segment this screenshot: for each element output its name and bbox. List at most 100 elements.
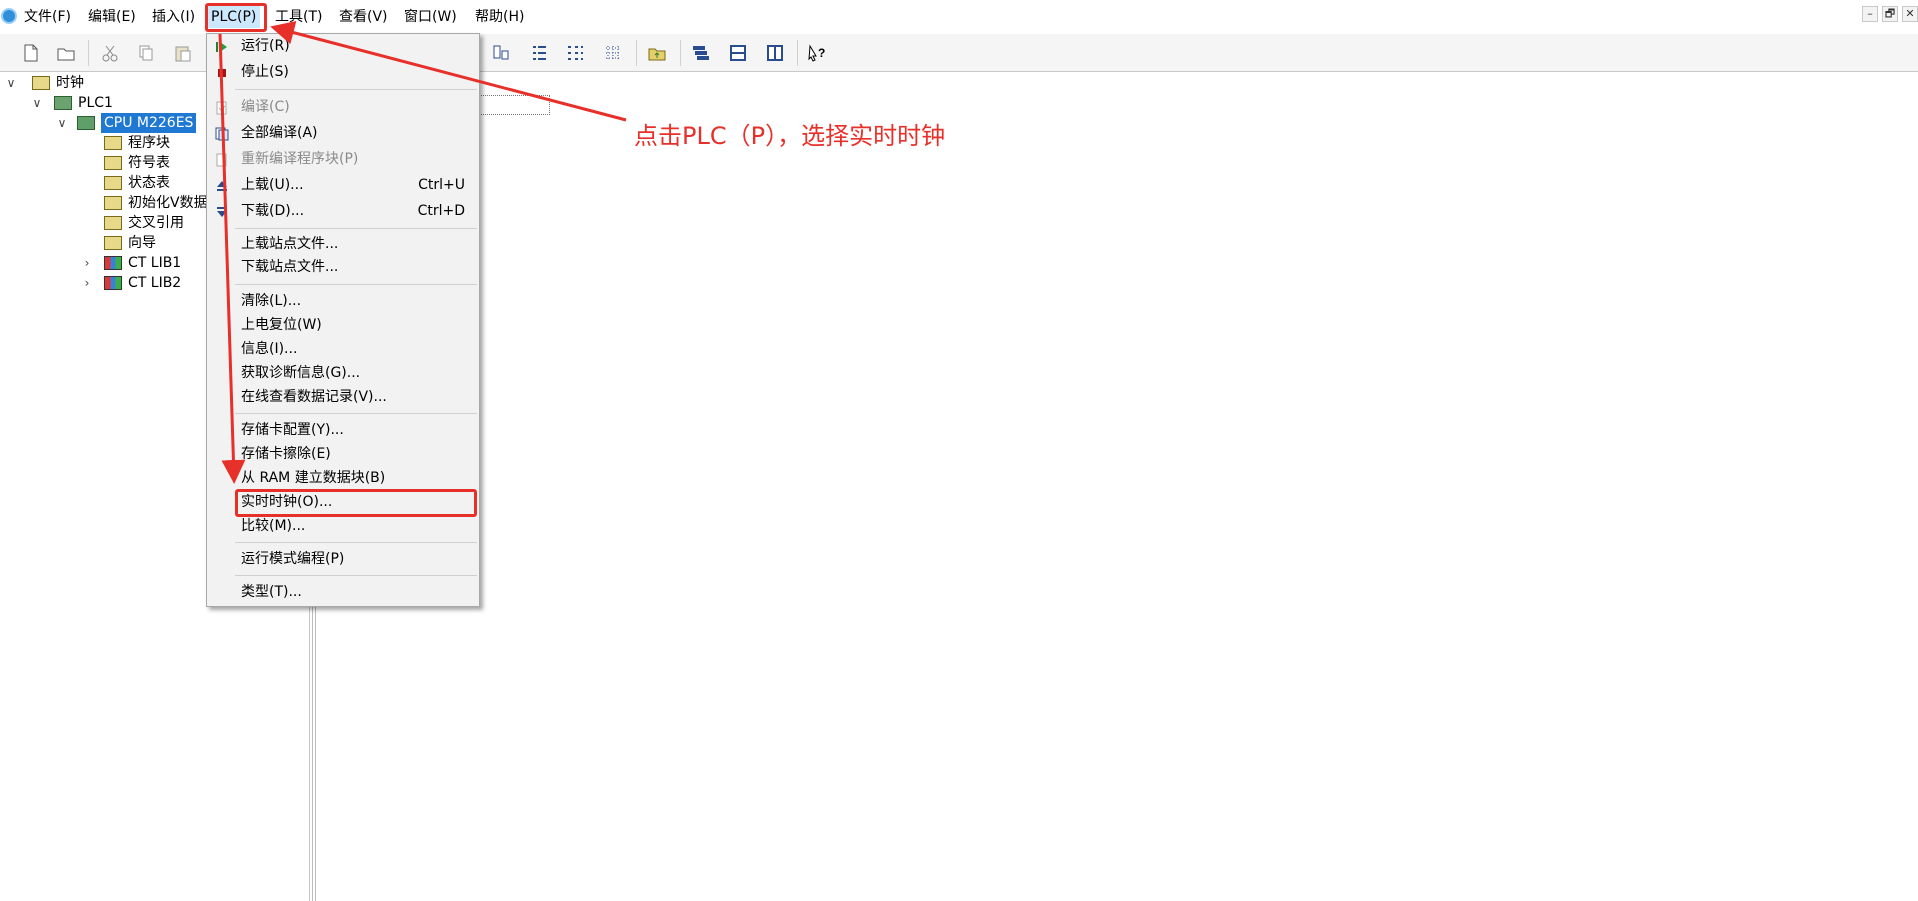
chevron-down-icon[interactable]: ∨ xyxy=(30,93,44,113)
stop-icon xyxy=(215,65,229,79)
menu-item-download[interactable]: 下载(D)... Ctrl+D xyxy=(207,200,479,223)
menu-item-clear[interactable]: 清除(L)... xyxy=(207,290,479,313)
menu-item-label: 重新编译程序块(P) xyxy=(241,151,359,167)
toolbar-separator xyxy=(636,40,637,66)
close-button[interactable]: ✕ xyxy=(1902,6,1918,22)
menu-item-label: 信息(I)... xyxy=(241,341,298,357)
chevron-right-icon[interactable]: › xyxy=(80,273,94,293)
menu-help[interactable]: 帮助(H) xyxy=(475,8,524,27)
plc-icon xyxy=(54,96,72,110)
menu-item-information[interactable]: 信息(I)... xyxy=(207,338,479,361)
grid-icon[interactable] xyxy=(602,42,624,64)
open-folder-icon[interactable] xyxy=(55,42,77,64)
menu-item-label: 下载站点文件... xyxy=(241,259,339,275)
folder-icon xyxy=(104,176,122,190)
app-logo-icon xyxy=(1,8,17,24)
folder-icon xyxy=(104,216,122,230)
tree-node-root[interactable]: ∨ 时钟 xyxy=(4,73,84,93)
menu-item-label: 编译(C) xyxy=(241,99,290,115)
tree-node-cross-reference[interactable]: 交叉引用 xyxy=(104,213,184,233)
split-horizontal-icon[interactable] xyxy=(727,42,749,64)
menu-view[interactable]: 查看(V) xyxy=(339,8,388,27)
plc-dropdown-menu: 运行(R) 停止(S) 编译(C) 全部编译(A) 重新编译程序块(P) 上载(… xyxy=(206,33,480,607)
tree-node-init-v-data[interactable]: 初始化V数据 xyxy=(104,193,208,213)
tree-node-ct-lib1[interactable]: › CT LIB1 xyxy=(80,253,182,273)
highlight-real-time-clock xyxy=(235,489,477,517)
menu-bar: 文件(F) 编辑(E) 插入(I) PLC(P) 工具(T) 查看(V) 窗口(… xyxy=(0,0,1918,34)
menu-window[interactable]: 窗口(W) xyxy=(404,8,457,27)
menu-tools[interactable]: 工具(T) xyxy=(275,8,322,27)
menu-item-create-data-block[interactable]: 从 RAM 建立数据块(B) xyxy=(207,467,479,490)
tree-label: 程序块 xyxy=(128,135,170,151)
menu-item-power-up-reset[interactable]: 上电复位(W) xyxy=(207,314,479,337)
copy-icon[interactable] xyxy=(135,42,157,64)
rebuild-icon xyxy=(215,152,229,167)
compile-icon xyxy=(215,100,229,115)
menu-item-type[interactable]: 类型(T)... xyxy=(207,581,479,604)
menu-edit[interactable]: 编辑(E) xyxy=(88,8,136,27)
editor-area[interactable] xyxy=(312,73,1918,901)
tree-node-wizard[interactable]: 向导 xyxy=(104,233,156,253)
toolbar-separator xyxy=(797,40,798,66)
cut-icon[interactable] xyxy=(99,42,121,64)
menu-item-rebuild-blocks[interactable]: 重新编译程序块(P) xyxy=(207,148,479,171)
menu-item-run-mode-edit[interactable]: 运行模式编程(P) xyxy=(207,548,479,571)
tree-node-program-blocks[interactable]: 程序块 xyxy=(104,133,170,153)
paste-icon[interactable] xyxy=(172,42,194,64)
minimize-button[interactable]: – xyxy=(1862,6,1878,22)
chevron-right-icon[interactable]: › xyxy=(80,253,94,273)
tree-label: CT LIB2 xyxy=(128,275,182,291)
chevron-down-icon[interactable]: ∨ xyxy=(55,113,69,133)
tree-label: 时钟 xyxy=(56,75,84,91)
editor-placeholder-box xyxy=(470,95,550,115)
context-help-icon[interactable]: ? xyxy=(806,42,828,64)
menu-separator xyxy=(235,284,477,285)
stack-icon[interactable] xyxy=(690,42,712,64)
toolbar-separator xyxy=(680,40,681,66)
menu-item-memory-card-erase[interactable]: 存储卡擦除(E) xyxy=(207,443,479,466)
new-file-icon[interactable] xyxy=(20,42,42,64)
toolbar-separator xyxy=(88,40,89,66)
tree-label: 状态表 xyxy=(128,175,170,191)
restore-button[interactable]: 🗗 xyxy=(1882,6,1898,22)
menu-item-compile-all[interactable]: 全部编译(A) xyxy=(207,122,479,145)
tree-node-status-table[interactable]: 状态表 xyxy=(104,173,170,193)
menu-separator xyxy=(235,89,477,90)
menu-item-download-site-file[interactable]: 下载站点文件... xyxy=(207,256,479,279)
svg-text:?: ? xyxy=(818,46,825,60)
menu-item-compile[interactable]: 编译(C) xyxy=(207,96,479,119)
chevron-down-icon[interactable]: ∨ xyxy=(4,73,18,93)
list-tree-icon[interactable] xyxy=(528,42,550,64)
ladder-contact-icon[interactable] xyxy=(490,42,512,64)
menu-insert[interactable]: 插入(I) xyxy=(152,8,195,27)
menu-item-online-data-log[interactable]: 在线查看数据记录(V)... xyxy=(207,386,479,409)
menu-item-memory-card-config[interactable]: 存储卡配置(Y)... xyxy=(207,419,479,442)
folder-up-icon[interactable] xyxy=(646,42,668,64)
menu-file[interactable]: 文件(F) xyxy=(24,8,71,27)
menu-item-label: 清除(L)... xyxy=(241,293,302,309)
split-vertical-icon[interactable] xyxy=(764,42,786,64)
menu-item-label: 存储卡配置(Y)... xyxy=(241,422,344,438)
menu-item-stop[interactable]: 停止(S) xyxy=(207,61,479,84)
menu-item-upload-site-file[interactable]: 上载站点文件... xyxy=(207,233,479,256)
menu-item-get-diagnostics[interactable]: 获取诊断信息(G)... xyxy=(207,362,479,385)
menu-item-label: 运行(R) xyxy=(241,38,290,54)
menu-separator xyxy=(235,228,477,229)
tree-label: CPU M226ES xyxy=(101,113,197,133)
tree-label: 符号表 xyxy=(128,155,170,171)
tree-node-plc[interactable]: ∨ PLC1 xyxy=(30,93,113,113)
project-icon xyxy=(32,76,50,90)
menu-separator xyxy=(235,575,477,576)
annotation-text: 点击PLC（P），选择实时时钟 xyxy=(634,122,946,150)
menu-item-run[interactable]: 运行(R) xyxy=(207,35,479,58)
menu-item-compare[interactable]: 比较(M)... xyxy=(207,515,479,538)
tree-node-ct-lib2[interactable]: › CT LIB2 xyxy=(80,273,182,293)
menu-item-label: 下载(D)... xyxy=(241,203,305,219)
menu-item-label: 比较(M)... xyxy=(241,518,306,534)
menu-item-shortcut: Ctrl+D xyxy=(417,203,465,219)
menu-item-upload[interactable]: 上载(U)... Ctrl+U xyxy=(207,174,479,197)
tree-node-cpu[interactable]: ∨ CPU M226ES xyxy=(55,113,197,133)
list-indent-icon[interactable] xyxy=(564,42,586,64)
folder-icon xyxy=(104,196,122,210)
tree-node-symbol-table[interactable]: 符号表 xyxy=(104,153,170,173)
